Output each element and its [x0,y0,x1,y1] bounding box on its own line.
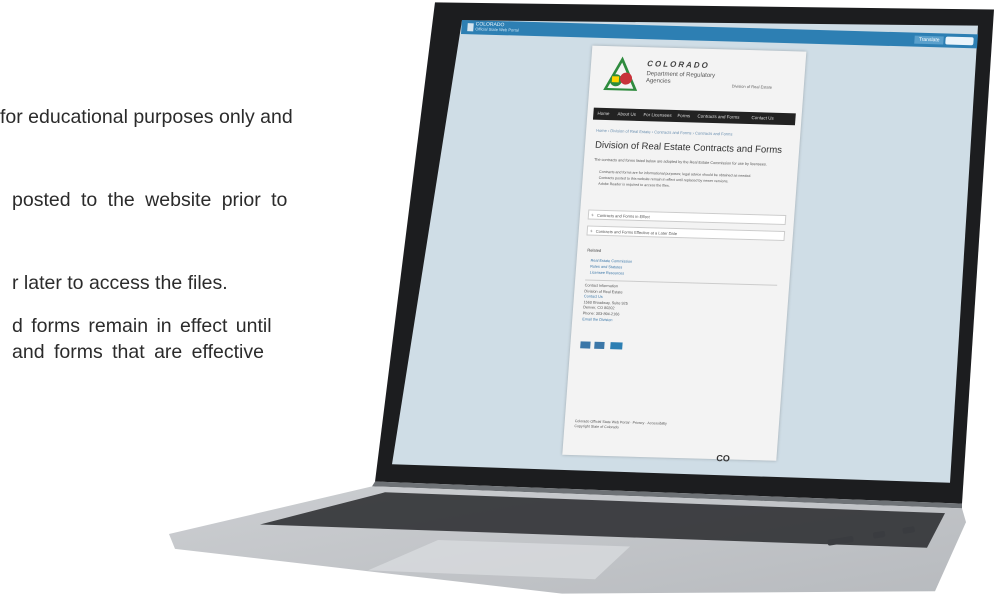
nav-item-home[interactable]: Home [597,111,609,116]
accordion-future-forms[interactable]: + Contracts and Forms Effective at a Lat… [586,225,786,242]
footer-logo: CO [715,453,731,464]
expand-icon: + [590,212,595,219]
nav-item-licensees[interactable]: For Licensees [643,112,672,118]
breadcrumb[interactable]: Home › Division of Real Estate › Contrac… [596,128,733,137]
page-title: Division of Real Estate Contracts and Fo… [594,139,783,156]
screen-content: COLORADO Official State Web Portal Trans… [429,20,978,478]
expand-icon: + [589,228,593,235]
site-nav: Home About Us For Licensees Forms Contra… [592,107,796,126]
port [827,535,854,546]
accordion-label: Contracts and Forms Effective at a Later… [595,228,678,237]
intro-text: The contracts and forms listed below are… [593,157,768,167]
web-page: COLORADO Department of Regulatory Agenci… [562,45,807,461]
port [872,530,886,539]
contact-email-link[interactable]: Email the Division [582,317,627,324]
social-links [580,341,641,351]
bullet-list: Contracts and forms are for informationa… [598,170,789,193]
translate-button[interactable]: Translate [914,35,944,45]
logo-wordmark: COLORADO [646,59,711,70]
related-links: Real Estate Commission Rules and Statute… [589,258,633,277]
topbar-subtitle: Official State Web Portal [475,26,519,33]
state-logo-icon [467,23,474,32]
related-link[interactable]: Licensee Resources [589,270,631,277]
nav-item-forms[interactable]: Forms [677,113,690,118]
search-input[interactable] [945,36,974,46]
accordion-current-forms[interactable]: + Contracts and Forms in Effect [587,209,787,226]
accordion-label: Contracts and Forms in Effect [596,212,650,220]
nav-item-about[interactable]: About Us [617,111,636,117]
logo-division: Division of Real Estate [731,83,773,90]
twitter-icon[interactable] [594,341,605,349]
facebook-icon[interactable] [580,341,591,349]
contact-block: Contact Information Division of Real Est… [582,283,629,323]
related-heading: Related [587,247,602,253]
laptop: COLORADO Official State Web Portal Trans… [0,0,1000,596]
logo-department: Department of Regulatory Agencies [645,71,716,85]
nav-item-contact[interactable]: Contact Us [751,115,774,121]
colorado-logo-icon [603,56,638,91]
share-icon[interactable] [610,342,623,350]
site-logo[interactable]: COLORADO Department of Regulatory Agenci… [602,56,795,107]
port [902,526,916,534]
nav-item-contracts[interactable]: Contracts and Forms [697,114,739,120]
